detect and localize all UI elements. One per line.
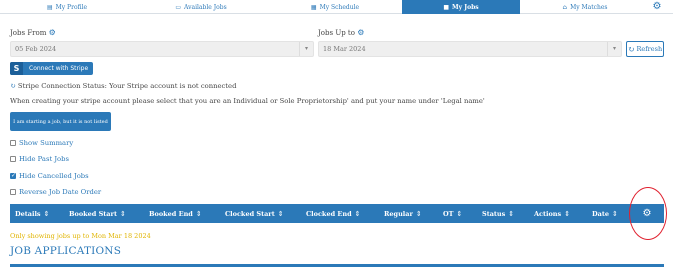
checkbox-box[interactable] — [10, 140, 16, 146]
jobs-from-text: Jobs From — [10, 29, 47, 37]
sort-icon: ⇕ — [612, 209, 618, 218]
column-label: Actions — [534, 209, 562, 218]
column-label: Booked Start — [69, 209, 117, 218]
tab-label: My Profile — [55, 3, 88, 11]
sort-icon: ⇕ — [415, 209, 422, 218]
section-title: JOB APPLICATIONS — [10, 245, 122, 257]
column-header-clocked-end[interactable]: Clocked End ⇕ — [306, 204, 360, 223]
column-label: Booked End — [149, 209, 193, 218]
tab-my-matches[interactable]: ⌂ My Matches — [520, 0, 650, 14]
sort-icon: ⇕ — [354, 209, 361, 218]
sort-icon: ⇕ — [277, 209, 284, 218]
column-header-booked-end[interactable]: Booked End ⇕ — [149, 204, 202, 223]
jobs-upto-label: Jobs Up to ⚙ — [318, 28, 364, 37]
date-limit-notice: Only showing jobs up to Mon Mar 18 2024 — [10, 232, 151, 240]
jobs-upto-value: 18 Mar 2024 — [323, 45, 366, 53]
tab-my-profile[interactable]: ▤ My Profile — [0, 0, 134, 14]
briefcase-icon: ■ — [443, 3, 450, 11]
gear-icon[interactable]: ⚙ — [357, 28, 364, 37]
column-header-clocked-start[interactable]: Clocked Start ⇕ — [225, 204, 284, 223]
chevron-down-icon: ▾ — [607, 42, 621, 56]
checkbox-label: Hide Past Jobs — [19, 155, 69, 163]
column-label: Clocked End — [306, 209, 352, 218]
tab-label: My Schedule — [319, 3, 360, 11]
document-icon: ▤ — [46, 3, 53, 11]
checkbox-box[interactable] — [10, 156, 16, 162]
sort-icon: ⇕ — [564, 209, 571, 218]
column-label: Clocked Start — [225, 209, 275, 218]
checkbox-box[interactable] — [10, 189, 16, 195]
column-label: Details — [15, 209, 41, 218]
jobs-table-header: Details ⇕ Booked Start ⇕ Booked End ⇕ Clock… — [10, 204, 664, 223]
tab-my-jobs[interactable]: ■ My Jobs — [402, 0, 520, 14]
show-summary-checkbox[interactable]: Show Summary — [10, 139, 73, 147]
sort-icon: ⇕ — [508, 209, 515, 218]
checkbox-label: Show Summary — [19, 139, 74, 147]
refresh-button[interactable]: ↻ Refresh — [626, 41, 664, 57]
job-not-listed-button[interactable]: I am starting a job, but it is not liste… — [10, 112, 111, 131]
tab-label: My Matches — [570, 3, 608, 11]
jobs-from-value: 05 Feb 2024 — [15, 45, 57, 53]
tab-label: Available Jobs — [184, 3, 227, 11]
gear-icon[interactable]: ⚙ — [651, 1, 663, 13]
home-icon: ⌂ — [562, 3, 568, 11]
column-label: Status — [482, 209, 506, 218]
tab-available-jobs[interactable]: ▭ Available Jobs — [134, 0, 268, 14]
reverse-job-date-order-checkbox[interactable]: Reverse Job Date Order — [10, 188, 101, 196]
stripe-instructions: When creating your stripe account please… — [10, 97, 485, 105]
hide-past-jobs-checkbox[interactable]: Hide Past Jobs — [10, 155, 69, 163]
stripe-status: ↻ Stripe Connection Status: Your Stripe … — [10, 82, 236, 90]
column-header-details[interactable]: Details ⇕ — [15, 204, 49, 223]
tab-label: My Jobs — [452, 3, 479, 11]
refresh-icon: ↻ — [627, 44, 635, 54]
refresh-label: Refresh — [636, 45, 663, 53]
stripe-status-text: Stripe Connection Status: Your Stripe ac… — [17, 82, 237, 90]
checkbox-label: Hide Cancelled Jobs — [19, 172, 89, 180]
jobs-upto-text: Jobs Up to — [318, 29, 355, 37]
connect-stripe-label: Connect with Stripe — [29, 65, 89, 72]
sort-icon: ⇕ — [43, 209, 50, 218]
red-circle-annotation — [629, 187, 667, 240]
column-header-booked-start[interactable]: Booked Start ⇕ — [69, 204, 126, 223]
column-header-actions[interactable]: Actions ⇕ — [534, 204, 570, 223]
tab-my-schedule[interactable]: ▦ My Schedule — [268, 0, 402, 14]
column-header-regular[interactable]: Regular ⇕ — [384, 204, 422, 223]
hide-cancelled-jobs-checkbox[interactable]: Hide Cancelled Jobs — [10, 172, 89, 180]
gear-icon[interactable]: ⚙ — [49, 28, 56, 37]
column-label: OT — [443, 209, 454, 218]
column-header-ot[interactable]: OT ⇕ — [443, 204, 462, 223]
top-nav: ▤ My Profile ▭ Available Jobs ▦ My Schedule… — [0, 0, 673, 14]
checkbox-box[interactable] — [10, 172, 16, 179]
connect-stripe-button[interactable]: S Connect with Stripe — [10, 62, 93, 75]
jobs-upto-select[interactable]: 18 Mar 2024 ▾ — [318, 41, 622, 57]
jobs-from-label: Jobs From ⚙ — [10, 28, 56, 37]
sort-icon: ⇕ — [119, 209, 126, 218]
sort-icon: ⇕ — [195, 209, 202, 218]
chevron-down-icon: ▾ — [299, 42, 313, 56]
column-header-status[interactable]: Status ⇕ — [482, 204, 514, 223]
sync-icon: ↻ — [10, 82, 16, 90]
column-header-date[interactable]: Date ⇕ — [592, 204, 618, 223]
stripe-logo-icon: S — [10, 62, 23, 75]
calendar-icon: ▦ — [310, 3, 317, 11]
sort-icon: ⇕ — [456, 209, 463, 218]
briefcase-icon: ▭ — [175, 3, 182, 11]
jobs-from-select[interactable]: 05 Feb 2024 ▾ — [10, 41, 314, 57]
column-label: Regular — [384, 209, 413, 218]
column-label: Date — [592, 209, 609, 218]
checkbox-label: Reverse Job Date Order — [19, 188, 102, 196]
